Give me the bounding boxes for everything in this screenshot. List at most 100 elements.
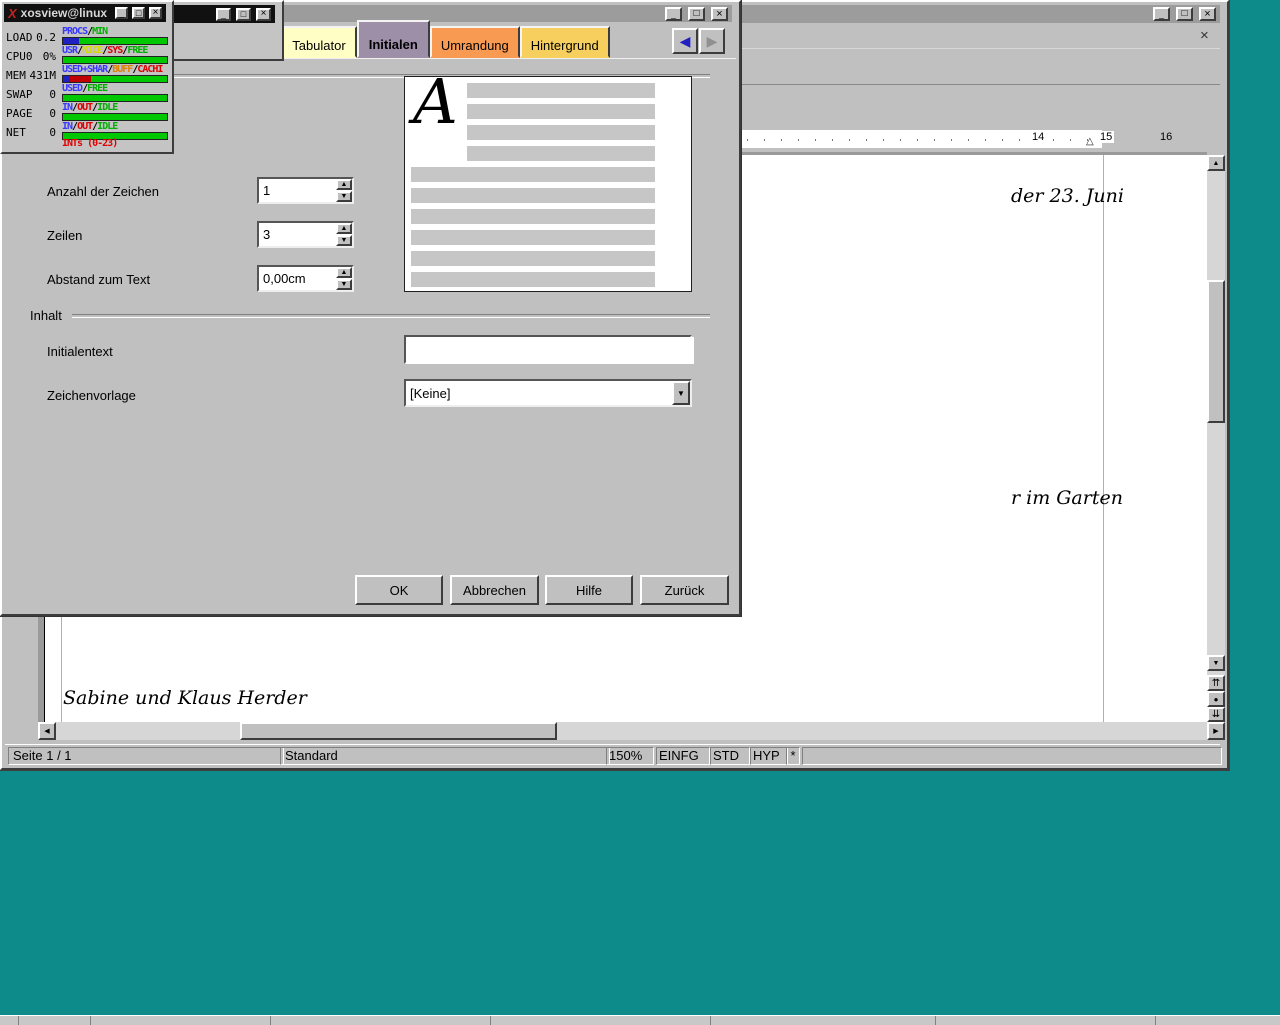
preview-line	[467, 83, 655, 98]
tab-hintergrund[interactable]: Hintergrund	[520, 26, 610, 58]
ruler-number: 15	[1098, 131, 1114, 143]
document-line: der 23. Juni	[1011, 185, 1124, 207]
xosview-icon: X	[8, 6, 17, 21]
status-selection-mode[interactable]: STD	[710, 747, 750, 765]
tab-scroll-back-button[interactable]: ◀	[672, 28, 698, 54]
minimize-button[interactable]: _	[1153, 7, 1170, 21]
lines-label: Zeilen	[47, 228, 82, 243]
preview-line	[411, 209, 655, 224]
desktop: Absat UM fvwm	[0, 0, 1280, 1024]
status-pagestyle[interactable]: Standard	[280, 747, 610, 765]
document-line: r im Garten	[1011, 487, 1123, 509]
charstyle-label: Zeichenvorlage	[47, 388, 136, 403]
xosview-close-button[interactable]: ×	[149, 7, 162, 19]
swap-bar	[62, 94, 168, 102]
scroll-left-button[interactable]: ◀	[38, 722, 56, 740]
scroll-up-button[interactable]: ▲	[1207, 155, 1225, 171]
tab-initialen[interactable]: Initialen	[357, 20, 430, 58]
xosview-minimize-button[interactable]: _	[115, 7, 128, 19]
dialog-close-button[interactable]: ×	[711, 7, 728, 21]
document-line: Sabine und Klaus Herder	[63, 687, 307, 709]
preview-line	[411, 251, 655, 266]
scroll-down-button[interactable]: ▼	[1207, 655, 1225, 671]
preview-line	[467, 104, 655, 119]
status-empty-cell	[802, 747, 1222, 765]
initialtext-input[interactable]	[404, 335, 692, 364]
dropcap-preview: A	[404, 76, 692, 292]
distance-label: Abstand zum Text	[47, 272, 150, 287]
xosview-row-cpu: CPU0 0% USR/NICE/SYS/FREE	[6, 45, 166, 63]
xosview-window: X xosview@linux _ □ × LOAD 0.2 PROCS/MIN…	[0, 0, 174, 154]
status-zoom[interactable]: 150%	[606, 747, 654, 765]
vertical-scroll-thumb[interactable]	[1207, 280, 1225, 423]
load-bar	[62, 37, 168, 45]
dialog-maximize-button[interactable]: □	[688, 7, 705, 21]
vertical-scrollbar[interactable]: ▲ ▼ ⇈ ● ⇊	[1207, 155, 1225, 722]
dropcap-letter: A	[413, 65, 458, 138]
tab-umrandung[interactable]: Umrandung	[430, 26, 520, 58]
preview-line	[411, 272, 655, 287]
text-boundary-right	[1103, 155, 1104, 722]
ok-button[interactable]: OK	[355, 575, 443, 605]
maximize-button[interactable]: □	[1176, 7, 1193, 21]
arrow-left-icon: ◀	[680, 33, 691, 50]
status-hyperlink-mode[interactable]: HYP	[750, 747, 788, 765]
xosview-row-ints-partial: INTs (0-23)	[62, 138, 166, 149]
back-button[interactable]: Zurück	[640, 575, 729, 605]
preview-line	[467, 146, 655, 161]
xosview-titlebar[interactable]: X xosview@linux _ □ ×	[4, 4, 166, 22]
status-modified-flag[interactable]: *	[786, 747, 800, 765]
right-indent-marker[interactable]: △	[1086, 136, 1094, 147]
spin-down-button[interactable]: ▼	[336, 279, 352, 290]
preview-line	[467, 125, 655, 140]
charstyle-dropdown-button[interactable]: ▼	[672, 381, 690, 405]
mem-bar	[62, 75, 168, 83]
spin-up-button[interactable]: ▲	[336, 179, 352, 190]
help-button[interactable]: Hilfe	[545, 575, 633, 605]
lines-spinbox[interactable]: 3 ▲ ▼	[257, 221, 354, 248]
status-page[interactable]: Seite 1 / 1	[8, 747, 284, 765]
ksnapshot-close-button[interactable]: ×	[256, 8, 271, 21]
preview-line	[411, 188, 655, 203]
xosview-row-swap: SWAP 0 USED/FREE	[6, 83, 166, 101]
chevron-down-icon: ▼	[677, 389, 685, 398]
num-chars-label: Anzahl der Zeichen	[47, 184, 159, 199]
scroll-right-button[interactable]: ▶	[1207, 722, 1225, 740]
xosview-row-mem: MEM 431M USED+SHAR/BUFF/CACHI	[6, 64, 166, 82]
horizontal-scrollbar[interactable]: ◀ ▶	[38, 722, 1225, 740]
page-bar	[62, 113, 168, 121]
group-label-inhalt: Inhalt	[30, 308, 62, 323]
cpu-bar	[62, 56, 168, 64]
xosview-maximize-button[interactable]: □	[132, 7, 145, 19]
num-chars-spinbox[interactable]: 1 ▲ ▼	[257, 177, 354, 204]
dialog-minimize-button[interactable]: _	[665, 7, 682, 21]
status-insert-mode[interactable]: EINFG	[656, 747, 710, 765]
ksnapshot-minimize-button[interactable]: _	[216, 8, 231, 21]
navigation-button[interactable]: ●	[1207, 691, 1225, 707]
xosview-row-load: LOAD 0.2 PROCS/MIN	[6, 26, 166, 44]
spin-down-button[interactable]: ▼	[336, 191, 352, 202]
horizontal-scroll-thumb[interactable]	[240, 722, 557, 740]
cancel-button[interactable]: Abbrechen	[450, 575, 539, 605]
arrow-right-icon: ▶	[707, 33, 718, 50]
statusbar: Seite 1 / 1 Standard 150% EINFG STD HYP …	[5, 744, 1220, 766]
spin-down-button[interactable]: ▼	[336, 235, 352, 246]
initialtext-label: Initialentext	[47, 344, 113, 359]
preview-line	[411, 167, 655, 182]
charstyle-dropdown[interactable]: [Keine]	[404, 379, 692, 407]
tab-scroll-forward-button[interactable]: ▶	[699, 28, 725, 54]
ruler-number: 14	[1030, 131, 1046, 143]
spin-up-button[interactable]: ▲	[336, 267, 352, 278]
xosview-title: xosview@linux	[21, 6, 107, 20]
close-button[interactable]: ×	[1199, 7, 1216, 21]
preview-line	[411, 230, 655, 245]
group-line	[72, 314, 710, 318]
close-document-icon[interactable]: ×	[1200, 27, 1209, 44]
previous-page-button[interactable]: ⇈	[1207, 675, 1225, 691]
xosview-row-net: NET 0 IN/OUT/IDLE	[6, 121, 166, 139]
next-page-button[interactable]: ⇊	[1207, 707, 1225, 722]
tab-tabulator[interactable]: Tabulator	[281, 26, 356, 58]
ksnapshot-maximize-button[interactable]: □	[236, 8, 251, 21]
distance-spinbox[interactable]: 0,00cm ▲ ▼	[257, 265, 354, 292]
spin-up-button[interactable]: ▲	[336, 223, 352, 234]
